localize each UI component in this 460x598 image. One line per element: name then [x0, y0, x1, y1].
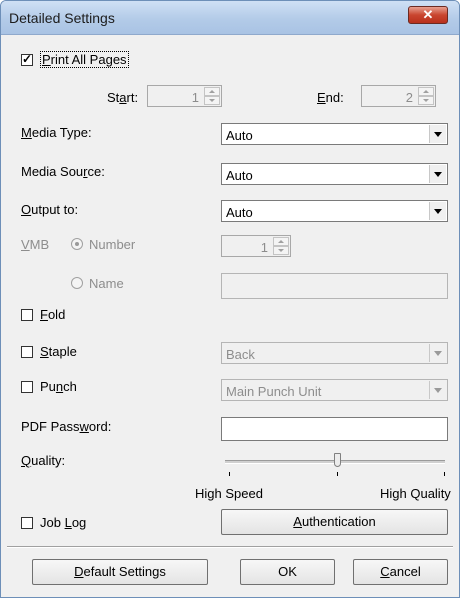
pdf-password-label: PDF Password:: [21, 419, 112, 434]
fold-checkbox[interactable]: [21, 309, 33, 321]
media-type-select[interactable]: Auto: [221, 123, 448, 145]
title-bar[interactable]: Detailed Settings ✕: [1, 1, 459, 35]
chevron-down-icon[interactable]: [429, 165, 446, 183]
chevron-down-icon[interactable]: [429, 202, 446, 220]
staple-label: Staple: [40, 344, 77, 359]
print-all-pages-checkbox[interactable]: ✓: [21, 52, 33, 66]
staple-position-select[interactable]: Back: [221, 342, 448, 364]
default-settings-button[interactable]: Default Settings: [32, 559, 208, 585]
spinner-down-icon[interactable]: [204, 96, 220, 105]
detailed-settings-dialog: Detailed Settings ✕ ✓ Print All Pages St…: [0, 0, 460, 598]
punch-label: Punch: [40, 379, 77, 394]
media-source-select[interactable]: Auto: [221, 163, 448, 185]
staple-checkbox[interactable]: [21, 346, 33, 358]
pdf-password-input[interactable]: [221, 417, 448, 441]
chevron-down-icon[interactable]: [429, 125, 446, 143]
spinner-up-icon[interactable]: [418, 87, 434, 96]
media-source-label: Media Source:: [21, 164, 105, 179]
quality-max-label: High Quality: [380, 486, 451, 501]
ok-button[interactable]: OK: [240, 559, 335, 585]
output-to-select[interactable]: Auto: [221, 200, 448, 222]
print-all-pages-label[interactable]: Print All Pages: [40, 51, 129, 68]
punch-unit-select[interactable]: Main Punch Unit: [221, 379, 448, 401]
chevron-down-icon[interactable]: [429, 381, 446, 399]
quality-slider-thumb[interactable]: [334, 453, 341, 467]
job-log-label: Job Log: [40, 515, 87, 530]
vmb-number-label: Number: [89, 237, 136, 252]
spinner-up-icon[interactable]: [204, 87, 220, 96]
checkmark-icon: ✓: [22, 52, 33, 66]
chevron-down-icon[interactable]: [429, 344, 446, 362]
vmb-name-label: Name: [89, 276, 124, 291]
start-page-spinner[interactable]: 1: [147, 85, 222, 107]
end-label: End:: [317, 90, 344, 105]
start-label: Start:: [107, 90, 139, 105]
spinner-down-icon[interactable]: [273, 246, 289, 255]
output-to-label: Output to:: [21, 202, 79, 217]
slider-tick: [229, 472, 230, 476]
close-button[interactable]: ✕: [408, 6, 448, 24]
quality-min-label: High Speed: [195, 486, 263, 501]
spinner-up-icon[interactable]: [273, 237, 289, 246]
job-log-checkbox[interactable]: [21, 517, 33, 529]
punch-checkbox[interactable]: [21, 381, 33, 393]
window-title: Detailed Settings: [9, 10, 115, 26]
spinner-down-icon[interactable]: [418, 96, 434, 105]
slider-tick: [444, 472, 445, 476]
footer-divider: [7, 546, 453, 548]
radio-selected-icon: [75, 242, 79, 246]
close-icon: ✕: [422, 7, 434, 22]
fold-label: Fold: [40, 307, 66, 322]
slider-tick: [337, 472, 338, 476]
quality-label: Quality:: [21, 453, 66, 468]
media-type-label: Media Type:: [21, 125, 92, 140]
vmb-name-input[interactable]: [221, 273, 448, 299]
vmb-label: VMB: [21, 237, 50, 252]
cancel-button[interactable]: Cancel: [353, 559, 448, 585]
vmb-name-radio[interactable]: [71, 277, 83, 289]
authentication-button[interactable]: Authentication: [221, 509, 448, 535]
vmb-number-radio[interactable]: [71, 238, 83, 250]
dialog-body: ✓ Print All Pages Start: 1 End: 2 Media …: [7, 35, 453, 591]
vmb-number-spinner[interactable]: 1: [221, 235, 291, 257]
end-page-spinner[interactable]: 2: [361, 85, 436, 107]
